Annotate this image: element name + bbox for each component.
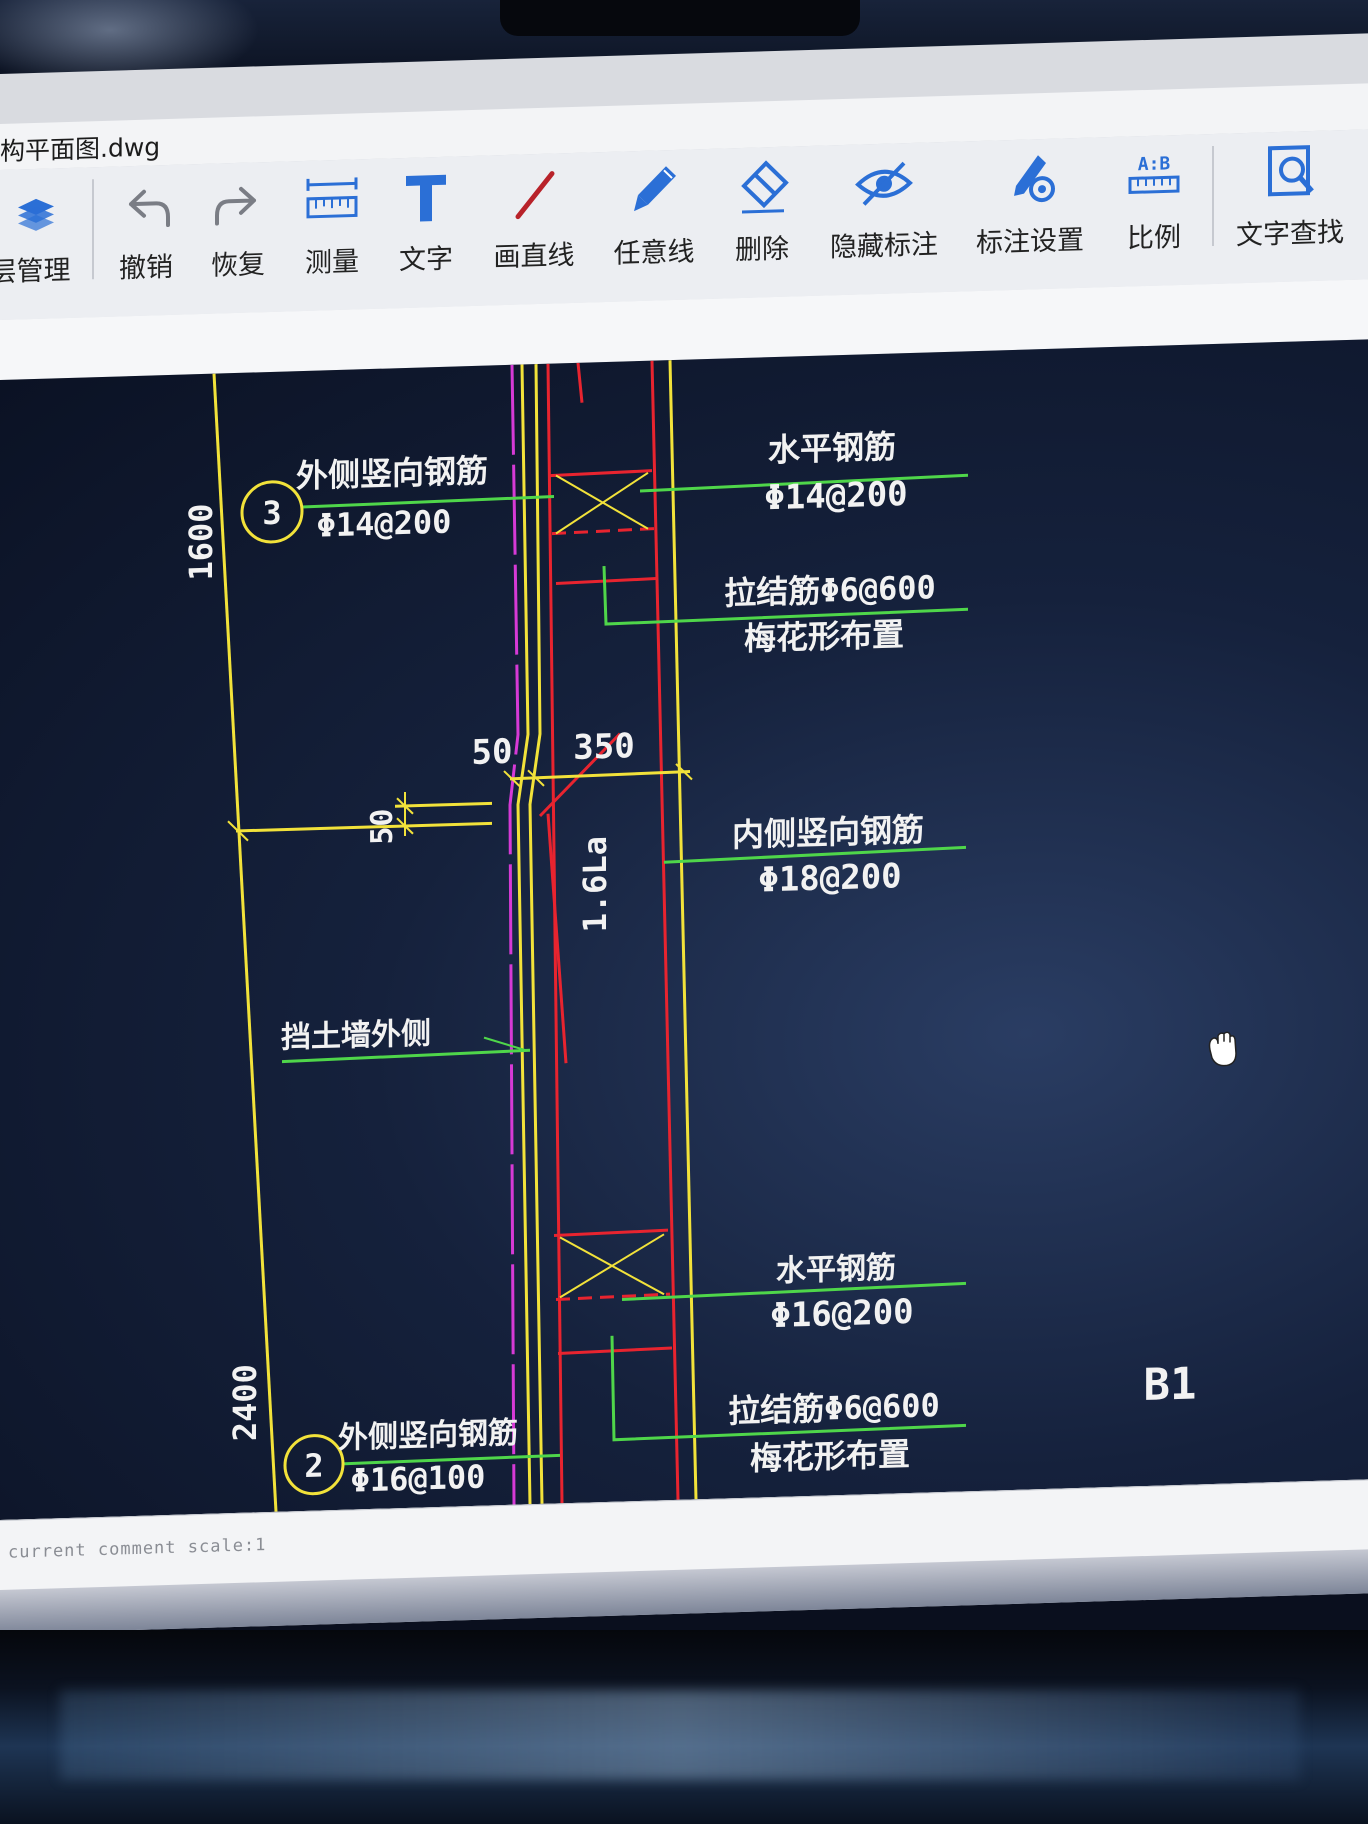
scale-ratio-icon: A:B — [1128, 153, 1180, 195]
level-label-b1: B1 — [1144, 1358, 1197, 1411]
label-outer-vertical-rebar-top: 外侧竖向钢筋 — [296, 452, 488, 496]
layout-tie-bar-top: 梅花形布置 — [744, 615, 904, 658]
label-retaining-wall-outer: 挡土墙外侧 — [281, 1016, 431, 1055]
spec-horizontal-rebar-bottom: Φ16@200 — [770, 1292, 913, 1336]
freehand-pen-icon — [634, 166, 676, 212]
text-icon — [406, 174, 446, 222]
dimension-350: 350 — [573, 726, 634, 768]
annotation-settings-icon — [1014, 155, 1055, 203]
tool-freehand-label: 任意线 — [613, 236, 695, 270]
cross-brace — [555, 471, 649, 535]
hide-eye-icon — [855, 161, 913, 206]
dimension-extension-line — [395, 801, 492, 808]
eraser-icon — [741, 160, 789, 214]
measure-icon — [306, 177, 358, 219]
dimension-extension-line — [236, 821, 492, 833]
detail-marker-2-text: 2 — [304, 1446, 323, 1485]
dimension-1-6la: 1.6La — [576, 836, 614, 933]
toolbar-separator — [1212, 145, 1214, 247]
horizontal-rebar-bottom — [553, 1228, 669, 1238]
tool-text-search[interactable]: 文字查找 — [1236, 138, 1344, 271]
dimension-50-top: 50 — [472, 732, 513, 773]
tool-delete-label: 删除 — [735, 233, 789, 267]
toolbar-separator — [92, 179, 94, 280]
dimension-1600: 1600 — [182, 503, 220, 581]
tool-delete[interactable]: 删除 — [712, 154, 812, 287]
spec-tie-bar-bottom: 拉结筋Φ6@600 — [728, 1386, 940, 1430]
spec-outer-vertical-rebar-bottom: Φ16@100 — [351, 1458, 486, 1500]
horizontal-rebar-top — [549, 469, 653, 478]
tool-layer-manager-label: 层管理 — [0, 254, 71, 289]
spec-horizontal-rebar-top: Φ14@200 — [764, 474, 907, 518]
wall-outer-face-2 — [528, 364, 544, 1504]
tool-hide-annotation-label: 隐藏标注 — [830, 229, 938, 264]
window-title: 构平面图.dwg — [0, 132, 161, 166]
label-outer-vertical-rebar-bottom: 外侧竖向钢筋 — [338, 1416, 518, 1456]
monitor-bottom-bezel — [0, 1630, 1368, 1824]
waterproof-layer-line — [508, 364, 520, 1505]
tool-text[interactable]: 文字 — [376, 164, 476, 297]
spec-tie-bar-top: 拉结筋Φ6@600 — [724, 568, 936, 612]
tool-redo[interactable]: 恢复 — [188, 169, 288, 302]
line-icon — [515, 171, 555, 220]
wall-outer-face — [516, 364, 532, 1505]
dimension-50-side: 50 — [365, 808, 400, 845]
label-inner-vertical-rebar: 内侧竖向钢筋 — [732, 811, 924, 855]
tool-undo-label: 撤销 — [119, 251, 173, 285]
tool-freehand[interactable]: 任意线 — [604, 157, 704, 290]
webcam-housing — [500, 0, 860, 36]
tool-draw-line-label: 画直线 — [493, 239, 575, 274]
cross-brace — [559, 1233, 665, 1299]
tie-bar-bottom — [557, 1346, 673, 1355]
text-search-icon — [1268, 145, 1314, 197]
label-horizontal-rebar-top: 水平钢筋 — [768, 427, 896, 469]
tool-hide-annotation[interactable]: 隐藏标注 — [830, 150, 938, 283]
tool-text-search-label: 文字查找 — [1236, 217, 1344, 252]
tool-annotation-settings[interactable]: 标注设置 — [976, 146, 1084, 279]
spec-outer-vertical-rebar-top: Φ14@200 — [317, 503, 452, 545]
tool-scale-label: 比例 — [1127, 221, 1181, 255]
tool-measure-label: 测量 — [305, 246, 359, 279]
redo-icon — [215, 186, 256, 226]
hand-cursor-icon — [1208, 1031, 1237, 1067]
dimension-2400: 2400 — [226, 1364, 264, 1442]
drawing-canvas[interactable]: 3 2 1600 2400 50 1.6La 50 350 外侧竖向钢筋 Φ14… — [0, 339, 1368, 1521]
tool-text-label: 文字 — [399, 243, 453, 277]
horizontal-rebar-top-dashed — [551, 527, 655, 536]
label-horizontal-rebar-bottom: 水平钢筋 — [776, 1250, 896, 1289]
leader-arrow — [483, 1036, 527, 1052]
rebar-lap-stub — [576, 362, 584, 403]
spec-inner-vertical-rebar: Φ18@200 — [758, 856, 901, 900]
scale-ratio-icon-text: A:B — [1138, 153, 1171, 175]
undo-icon — [129, 189, 170, 228]
tool-measure[interactable]: 测量 — [282, 167, 382, 300]
tool-undo[interactable]: 撤销 — [96, 172, 196, 305]
cad-drawing: 3 2 1600 2400 50 1.6La 50 350 外侧竖向钢筋 Φ14… — [182, 360, 1237, 1512]
bezel-reflection — [60, 1690, 1300, 1780]
tool-redo-label: 恢复 — [211, 249, 265, 282]
tool-layer-manager[interactable]: 层管理 — [0, 176, 80, 309]
tool-draw-line[interactable]: 画直线 — [484, 161, 584, 294]
tool-scale[interactable]: A:B 比例 — [1104, 142, 1204, 275]
app-window: 构平面图.dwg 层管理 撤销 恢复 测量 文字 画直线 任意线 删除 隐藏标注… — [0, 33, 1368, 1635]
detail-marker-3-text: 3 — [262, 494, 281, 533]
layout-tie-bar-bottom: 梅花形布置 — [750, 1435, 910, 1478]
layers-icon — [18, 198, 54, 231]
status-text: current comment scale:1 — [8, 1535, 267, 1563]
tool-annotation-settings-label: 标注设置 — [976, 224, 1084, 260]
